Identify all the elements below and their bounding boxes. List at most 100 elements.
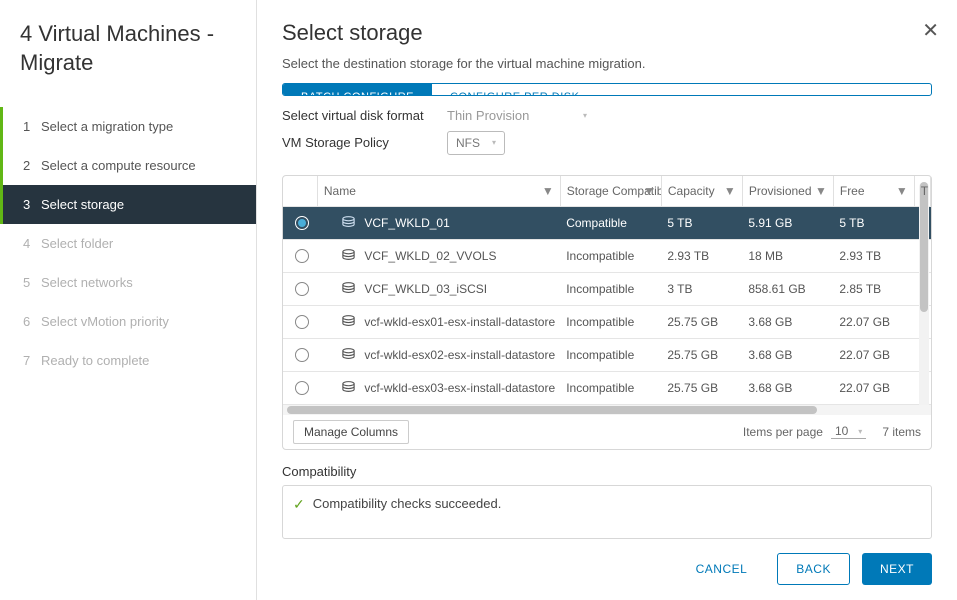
step-number: 2 — [23, 158, 41, 173]
items-per-page-select[interactable]: 10 ▾ — [831, 424, 866, 439]
step-label: Ready to complete — [41, 353, 149, 368]
scrollbar-thumb[interactable] — [287, 406, 817, 414]
wizard-step: 4Select folder — [0, 224, 256, 263]
step-number: 7 — [23, 353, 41, 368]
next-button[interactable]: NEXT — [862, 553, 932, 585]
disk-format-value: Thin Provision — [447, 108, 529, 123]
chevron-down-icon: ▾ — [858, 427, 862, 436]
cell-capacity: 3 TB — [661, 272, 742, 305]
cell-provisioned: 3.68 GB — [742, 338, 833, 371]
datastore-name: vcf-wkld-esx02-esx-install-datastore — [364, 348, 555, 362]
filter-icon[interactable]: ▼ — [643, 184, 655, 198]
filter-icon[interactable]: ▼ — [724, 184, 736, 198]
cell-free: 5 TB — [833, 206, 914, 239]
check-icon: ✓ — [293, 496, 305, 513]
wizard-sidebar: 4 Virtual Machines - Migrate 1Select a m… — [0, 0, 257, 600]
table-row[interactable]: vcf-wkld-esx03-esx-install-datastore Inco… — [283, 371, 931, 404]
tab-configure-per-disk[interactable]: CONFIGURE PER DISK — [432, 84, 597, 96]
step-number: 3 — [23, 197, 41, 212]
cell-free: 22.07 GB — [833, 371, 914, 404]
wizard-step[interactable]: 3Select storage — [0, 185, 256, 224]
tab-batch-configure[interactable]: BATCH CONFIGURE — [283, 84, 432, 96]
step-number: 5 — [23, 275, 41, 290]
step-label: Select a migration type — [41, 119, 173, 134]
cell-free: 22.07 GB — [833, 338, 914, 371]
wizard-footer: CANCEL BACK NEXT — [282, 539, 932, 585]
cell-provisioned: 858.61 GB — [742, 272, 833, 305]
cell-free: 2.93 TB — [833, 239, 914, 272]
filter-icon[interactable]: ▼ — [542, 184, 554, 198]
col-name[interactable]: Name▼ — [317, 176, 560, 207]
col-provisioned[interactable]: Provisioned▼ — [742, 176, 833, 207]
compatibility-heading: Compatibility — [282, 464, 932, 479]
vm-policy-label: VM Storage Policy — [282, 135, 447, 150]
col-compatibility[interactable]: Storage Compatibility▼ — [560, 176, 661, 207]
wizard-step[interactable]: 1Select a migration type — [0, 107, 256, 146]
vertical-scrollbar[interactable] — [919, 182, 929, 409]
datastore-name: vcf-wkld-esx03-esx-install-datastore — [364, 381, 555, 395]
cancel-button[interactable]: CANCEL — [678, 553, 766, 585]
wizard-step[interactable]: 2Select a compute resource — [0, 146, 256, 185]
filter-icon[interactable]: ▼ — [896, 184, 908, 198]
cell-capacity: 25.75 GB — [661, 338, 742, 371]
step-number: 6 — [23, 314, 41, 329]
chevron-down-icon: ▾ — [492, 138, 496, 147]
wizard-title: 4 Virtual Machines - Migrate — [0, 15, 256, 97]
step-label: Select vMotion priority — [41, 314, 169, 329]
step-label: Select networks — [41, 275, 133, 290]
datastore-name: VCF_WKLD_03_iSCSI — [364, 282, 487, 296]
datastore-icon — [341, 347, 356, 363]
radio-select[interactable] — [295, 381, 309, 395]
radio-select[interactable] — [295, 315, 309, 329]
col-capacity[interactable]: Capacity▼ — [661, 176, 742, 207]
filter-icon[interactable]: ▼ — [815, 184, 827, 198]
vm-storage-policy-select[interactable]: NFS ▾ — [447, 131, 505, 155]
cell-compatibility: Compatible — [560, 206, 661, 239]
col-select — [283, 176, 317, 207]
cell-compatibility: Incompatible — [560, 305, 661, 338]
close-icon[interactable]: ✕ — [922, 18, 939, 43]
col-type-truncated[interactable]: T — [914, 176, 930, 207]
datastore-name: VCF_WKLD_01 — [364, 216, 449, 230]
cell-capacity: 25.75 GB — [661, 305, 742, 338]
cell-provisioned: 18 MB — [742, 239, 833, 272]
cell-capacity: 25.75 GB — [661, 371, 742, 404]
disk-format-label: Select virtual disk format — [282, 108, 447, 123]
radio-select[interactable] — [295, 282, 309, 296]
items-per-page-label: Items per page — [743, 425, 823, 439]
col-free[interactable]: Free▼ — [833, 176, 914, 207]
wizard-step: 6Select vMotion priority — [0, 302, 256, 341]
radio-select[interactable] — [295, 216, 309, 230]
step-label: Select a compute resource — [41, 158, 196, 173]
cell-capacity: 5 TB — [661, 206, 742, 239]
disk-format-select[interactable]: Thin Provision ▾ — [447, 108, 587, 123]
cell-compatibility: Incompatible — [560, 272, 661, 305]
datastore-icon — [341, 380, 356, 396]
step-label: Select storage — [41, 197, 124, 212]
horizontal-scrollbar[interactable] — [283, 405, 931, 415]
compatibility-panel: ✓ Compatibility checks succeeded. — [282, 485, 932, 539]
datastore-icon — [341, 281, 356, 297]
datastore-icon — [341, 248, 356, 264]
datastore-name: VCF_WKLD_02_VVOLS — [364, 249, 496, 263]
manage-columns-button[interactable]: Manage Columns — [293, 420, 409, 444]
table-row[interactable]: vcf-wkld-esx01-esx-install-datastoreInco… — [283, 305, 931, 338]
table-row[interactable]: VCF_WKLD_01Compatible5 TB5.91 GB5 TBN — [283, 206, 931, 239]
total-items: 7 items — [882, 425, 921, 439]
chevron-down-icon: ▾ — [583, 111, 587, 120]
compatibility-message: Compatibility checks succeeded. — [313, 496, 502, 511]
page-title: Select storage — [282, 20, 932, 46]
radio-select[interactable] — [295, 348, 309, 362]
main-panel: ✕ Select storage Select the destination … — [257, 0, 957, 600]
cell-compatibility: Incompatible — [560, 371, 661, 404]
radio-select[interactable] — [295, 249, 309, 263]
cell-free: 2.85 TB — [833, 272, 914, 305]
table-row[interactable]: vcf-wkld-esx02-esx-install-datastoreInco… — [283, 338, 931, 371]
table-row[interactable]: VCF_WKLD_03_iSCSI Incompatible3 TB858.61 … — [283, 272, 931, 305]
cell-provisioned: 3.68 GB — [742, 371, 833, 404]
table-footer: Manage Columns Items per page 10 ▾ 7 ite… — [283, 415, 931, 449]
datastore-icon — [341, 215, 356, 231]
wizard-steps: 1Select a migration type2Select a comput… — [0, 107, 256, 380]
table-row[interactable]: VCF_WKLD_02_VVOLSIncompatible2.93 TB18 M… — [283, 239, 931, 272]
back-button[interactable]: BACK — [777, 553, 850, 585]
